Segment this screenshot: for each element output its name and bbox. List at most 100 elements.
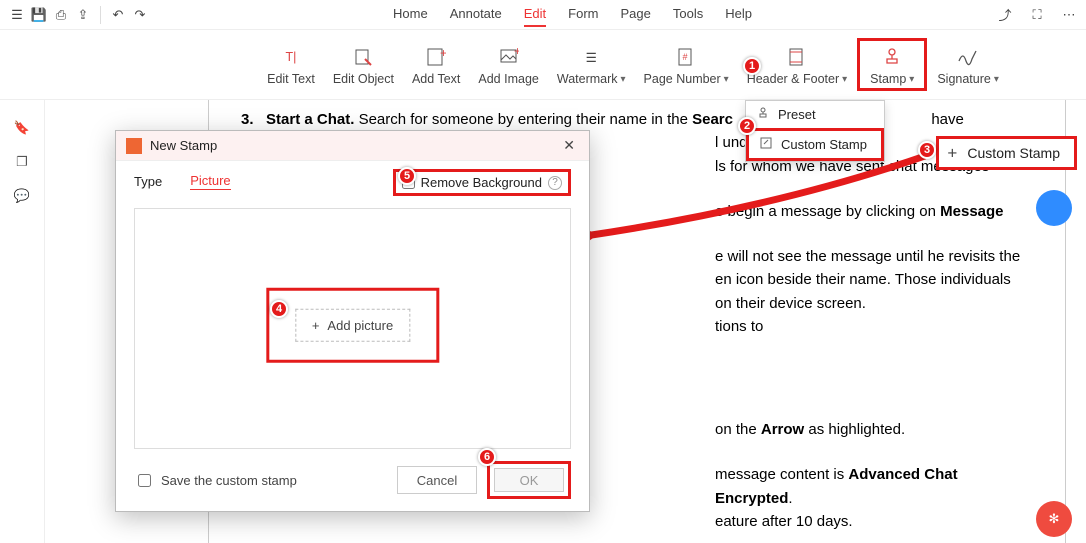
help-float-button[interactable]: ✻ xyxy=(1036,501,1072,537)
tab-annotate[interactable]: Annotate xyxy=(450,2,502,27)
share-icon[interactable]: ⇪ xyxy=(72,4,94,26)
help-icon[interactable]: ? xyxy=(548,176,562,190)
bookmark-icon[interactable]: 🔖 xyxy=(14,120,30,136)
stamp-dropdown: Preset Custom Stamp xyxy=(745,100,885,162)
save-stamp-label: Save the custom stamp xyxy=(161,473,297,488)
svg-text:#: # xyxy=(683,52,688,62)
ribbon-page-number[interactable]: # Page Number▾ xyxy=(636,41,737,88)
dropdown-label: Custom Stamp xyxy=(781,137,867,152)
dropdown-item-preset[interactable]: Preset xyxy=(746,101,884,128)
stamp-small-icon xyxy=(756,106,770,123)
ok-button[interactable]: OK xyxy=(494,468,564,492)
ribbon-edit-text[interactable]: T| Edit Text xyxy=(259,41,323,88)
overflow-icon[interactable]: ⋯ xyxy=(1058,4,1080,26)
fullscreen-icon[interactable]: ⛶ xyxy=(1026,4,1048,26)
doc-text: tions to xyxy=(715,315,1035,338)
edit-object-icon xyxy=(353,45,373,69)
doc-text: eature after 10 days. xyxy=(715,510,1035,533)
open-icon[interactable]: ☰ xyxy=(6,4,28,26)
doc-text: en icon beside their name. Those individ… xyxy=(715,268,1035,291)
left-sidebar: 🔖 ❐ 💬 xyxy=(0,100,45,543)
doc-text: on the xyxy=(715,421,761,438)
remove-background-option[interactable]: Remove Background ? xyxy=(393,169,571,196)
doc-text-bold: Searc xyxy=(692,111,733,128)
annotation-marker-5: 5 xyxy=(398,167,416,185)
save-stamp-option[interactable]: Save the custom stamp xyxy=(134,471,297,490)
header-footer-icon xyxy=(787,45,807,69)
redo-icon[interactable]: ↷ xyxy=(129,4,151,26)
remove-background-label: Remove Background xyxy=(421,175,542,190)
annotation-marker-4: 4 xyxy=(270,300,288,318)
type-row: Type Picture Remove Background ? xyxy=(134,173,571,190)
svg-text:+: + xyxy=(440,47,446,60)
doc-text: have xyxy=(931,111,964,128)
export-icon[interactable]: ⤴ xyxy=(994,4,1016,26)
add-image-icon: + xyxy=(499,45,519,69)
ribbon-watermark[interactable]: ☰ Watermark▾ xyxy=(549,41,634,88)
doc-text: as highlighted. xyxy=(804,421,905,438)
list-number: 3. xyxy=(241,111,254,128)
dropdown-label: Preset xyxy=(778,107,816,122)
dialog-title: New Stamp xyxy=(150,138,217,153)
signature-icon xyxy=(957,45,979,69)
svg-text:+: + xyxy=(514,47,519,58)
edit-small-icon xyxy=(759,136,773,153)
tab-home[interactable]: Home xyxy=(393,2,428,27)
page-number-icon: # xyxy=(676,45,696,69)
ribbon-add-text[interactable]: + Add Text xyxy=(404,41,468,88)
stamp-icon xyxy=(881,45,903,69)
custom-stamp-callout-button[interactable]: + Custom Stamp xyxy=(936,136,1077,170)
ribbon-edit-object[interactable]: Edit Object xyxy=(325,41,402,88)
tab-page[interactable]: Page xyxy=(621,2,651,27)
add-picture-highlight: + Add picture xyxy=(266,287,439,362)
doc-heading: Start a Chat. xyxy=(266,111,354,128)
doc-text: on their device screen. xyxy=(715,292,1035,315)
watermark-icon: ☰ xyxy=(586,45,597,69)
window-controls: ⤴ ⛶ ⋯ xyxy=(994,4,1080,26)
close-icon[interactable]: ✕ xyxy=(559,137,579,154)
edit-ribbon: T| Edit Text Edit Object + Add Text + Ad… xyxy=(0,30,1086,100)
dialog-body: Type Picture Remove Background ? + Add p… xyxy=(116,161,589,449)
edit-text-icon: T| xyxy=(286,45,297,69)
doc-text: . xyxy=(788,490,792,507)
chat-bubble-button[interactable] xyxy=(1036,190,1072,226)
plus-icon: + xyxy=(947,145,957,162)
titlebar-toolbar: ☰ 💾 ⎙ ⇪ ↶ ↷ Home Annotate Edit Form Page… xyxy=(0,0,1086,30)
print-icon[interactable]: ⎙ xyxy=(50,4,72,26)
stamp-canvas: + Add picture xyxy=(134,208,571,449)
ribbon-stamp[interactable]: Stamp▾ xyxy=(857,38,927,91)
app-logo-icon xyxy=(126,138,142,154)
save-icon[interactable]: 💾 xyxy=(28,4,50,26)
undo-icon[interactable]: ↶ xyxy=(107,4,129,26)
ribbon-add-image[interactable]: + Add Image xyxy=(470,41,546,88)
callout-label: Custom Stamp xyxy=(967,145,1060,161)
add-picture-button[interactable]: + Add picture xyxy=(295,308,410,341)
plus-icon: + xyxy=(312,317,320,332)
annotation-marker-2: 2 xyxy=(738,117,756,135)
tab-tools[interactable]: Tools xyxy=(673,2,703,27)
type-tab-picture[interactable]: Picture xyxy=(190,173,230,190)
main-tabs: Home Annotate Edit Form Page Tools Help xyxy=(151,2,994,27)
doc-text: e begin a message by clicking on xyxy=(715,203,940,220)
doc-text: Search for someone by entering their nam… xyxy=(359,111,693,128)
annotation-marker-6: 6 xyxy=(478,448,496,466)
tab-edit[interactable]: Edit xyxy=(524,2,546,27)
copy-icon[interactable]: ❐ xyxy=(16,154,28,170)
save-stamp-checkbox[interactable] xyxy=(138,474,151,487)
cancel-button[interactable]: Cancel xyxy=(397,466,477,494)
tab-form[interactable]: Form xyxy=(568,2,598,27)
doc-text-bold: Message xyxy=(940,203,1003,220)
doc-text: message content is xyxy=(715,466,848,483)
doc-text-bold: Arrow xyxy=(761,421,804,438)
ribbon-signature[interactable]: Signature▾ xyxy=(929,41,1007,88)
ok-highlight: OK xyxy=(487,461,571,499)
dialog-footer: Save the custom stamp Cancel OK xyxy=(116,449,589,511)
new-stamp-dialog: New Stamp ✕ Type Picture Remove Backgrou… xyxy=(115,130,590,512)
tab-help[interactable]: Help xyxy=(725,2,752,27)
doc-text: e will not see the message until he revi… xyxy=(715,245,1035,268)
type-label: Type xyxy=(134,174,162,189)
annotation-marker-1: 1 xyxy=(743,57,761,75)
comment-icon[interactable]: 💬 xyxy=(14,188,30,204)
dropdown-item-custom-stamp[interactable]: Custom Stamp xyxy=(746,128,884,161)
annotation-marker-3: 3 xyxy=(918,141,936,159)
